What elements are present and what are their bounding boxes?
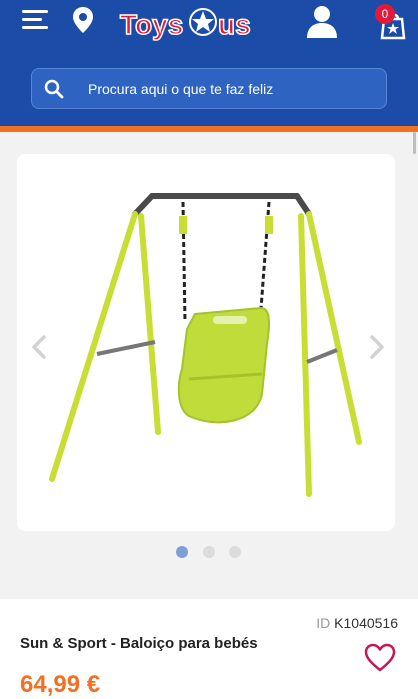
chevron-right-icon[interactable] (366, 334, 388, 360)
product-image[interactable] (17, 154, 395, 531)
heart-icon[interactable] (364, 643, 396, 673)
product-info: ID K1040516 Sun & Sport - Baloiço para b… (0, 599, 418, 699)
accent-bar (0, 126, 418, 132)
chevron-left-icon[interactable] (28, 334, 50, 360)
scrollbar[interactable] (413, 132, 416, 154)
product-title: Sun & Sport - Baloiço para bebés (20, 635, 258, 652)
product-id-value: K1040516 (334, 615, 398, 631)
svg-text:Toys: Toys (120, 9, 183, 40)
top-header: Toys us 0 Procura aqui o que te faz feli… (0, 0, 418, 126)
search-input[interactable]: Procura aqui o que te faz feliz (31, 68, 387, 109)
product-id-label: ID (316, 615, 331, 631)
menu-icon[interactable] (22, 8, 48, 32)
search-placeholder: Procura aqui o que te faz feliz (88, 81, 274, 97)
carousel-dot-3[interactable] (229, 546, 241, 558)
product-price: 64,99 € (20, 671, 101, 698)
product-id: ID K1040516 (316, 615, 398, 631)
toysrus-logo[interactable]: Toys us (118, 2, 268, 44)
search-icon (44, 79, 64, 99)
product-image-card (17, 154, 395, 531)
svg-text:us: us (218, 9, 251, 40)
cart-count-badge: 0 (375, 4, 395, 24)
carousel-dot-1[interactable] (176, 546, 188, 558)
user-icon[interactable] (305, 4, 339, 40)
carousel-dot-2[interactable] (203, 546, 215, 558)
location-pin-icon[interactable] (72, 6, 94, 34)
